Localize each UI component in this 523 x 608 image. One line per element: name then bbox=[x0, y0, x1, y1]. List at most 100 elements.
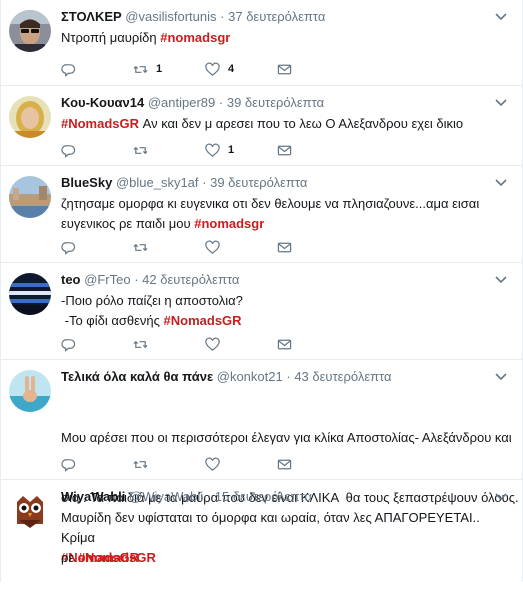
reply-button[interactable] bbox=[61, 62, 133, 77]
woman-blonde-avatar bbox=[9, 96, 51, 138]
separator-dot: · bbox=[286, 369, 291, 384]
avatar[interactable] bbox=[9, 176, 51, 218]
username[interactable]: @blue_sky1af bbox=[116, 175, 199, 190]
avatar[interactable] bbox=[9, 273, 51, 315]
reply-icon bbox=[61, 144, 76, 158]
retweet-button[interactable] bbox=[133, 240, 205, 255]
avatar[interactable] bbox=[9, 490, 51, 532]
tweet-text: #NomadsGR Αν και δεν μ αρεσει που το λεω… bbox=[61, 114, 508, 134]
text-plain: ευγενικος ρε παιδι μου bbox=[61, 216, 195, 231]
retweet-icon bbox=[133, 243, 148, 251]
text-plain: ρε bbox=[61, 550, 78, 565]
tweet-text: Ντροπή μαυρίδη #nomadsgr bbox=[61, 28, 508, 48]
direct-message-button[interactable] bbox=[277, 62, 349, 77]
greek-flag-avatar bbox=[9, 273, 51, 315]
tweet-text: ζητησαμε ομορφα κι ευγενικα οτι δεν θελο… bbox=[61, 194, 508, 234]
like-button[interactable] bbox=[205, 337, 277, 352]
hashtag-link[interactable]: #NomadsGR bbox=[164, 313, 242, 328]
direct-message-button[interactable] bbox=[277, 143, 349, 158]
peace-hand-avatar bbox=[9, 370, 51, 412]
username[interactable]: @WiyaWabli bbox=[129, 489, 203, 504]
avatar[interactable] bbox=[9, 96, 51, 138]
display-name[interactable]: WiyaWabli bbox=[61, 489, 125, 504]
avatar[interactable] bbox=[9, 370, 51, 412]
timestamp[interactable]: 42 δευτερόλεπτα bbox=[142, 272, 239, 287]
direct-message-button[interactable] bbox=[277, 240, 349, 255]
display-name[interactable]: Κου-Κουαν14 bbox=[61, 95, 144, 110]
envelope-icon bbox=[277, 339, 292, 349]
avatar[interactable] bbox=[9, 10, 51, 52]
retweet-button[interactable] bbox=[133, 143, 205, 158]
envelope-icon bbox=[277, 145, 292, 155]
like-count: 4 bbox=[228, 63, 235, 75]
hashtag-link[interactable]: #NomadsGR bbox=[61, 116, 139, 131]
tweet[interactable]: ΣΤΟΛΚΕΡ @vasilisfortunis · 37 δευτερόλεπ… bbox=[1, 0, 522, 86]
tweet[interactable]: teo @FrTeo · 42 δευτερόλεπτα -Ποιο ρόλο … bbox=[1, 263, 522, 360]
separator-dot: · bbox=[218, 95, 224, 110]
tweet-actions: 1 bbox=[61, 142, 349, 158]
like-button[interactable]: 4 bbox=[205, 62, 277, 77]
reply-button[interactable] bbox=[61, 337, 133, 352]
tweet[interactable]: Τελικά όλα καλά θα πάνε @konkot21 · 43 δ… bbox=[1, 360, 522, 565]
username[interactable]: @antiper89 bbox=[148, 95, 215, 110]
reply-button[interactable] bbox=[61, 240, 133, 255]
text-line: Μαυρίδη δεν υφίσταται το όμορφα και ωραί… bbox=[61, 510, 480, 545]
display-name[interactable]: ΣΤΟΛΚΕΡ bbox=[61, 9, 122, 24]
reply-button[interactable] bbox=[61, 457, 133, 472]
tweet[interactable]: BlueSky @blue_sky1af · 39 δευτερόλεπτα ζ… bbox=[1, 166, 522, 263]
man-sunglasses-avatar bbox=[9, 10, 51, 52]
username[interactable]: @konkot21 bbox=[217, 369, 283, 384]
chevron-down-icon[interactable] bbox=[494, 178, 508, 188]
separator-dot: · bbox=[202, 175, 207, 190]
retweet-button[interactable]: 1 bbox=[133, 62, 205, 77]
retweet-icon bbox=[133, 340, 148, 348]
tweet-actions bbox=[61, 239, 349, 255]
chevron-down-icon[interactable] bbox=[494, 372, 508, 382]
heart-icon bbox=[205, 62, 220, 76]
timestamp[interactable]: 43 δευτερόλεπτα bbox=[294, 369, 391, 384]
chevron-down-icon[interactable] bbox=[494, 492, 508, 502]
chevron-down-icon[interactable] bbox=[494, 275, 508, 285]
like-button[interactable]: 1 bbox=[205, 143, 277, 158]
separator-dot: · bbox=[220, 9, 225, 24]
reply-icon bbox=[61, 338, 76, 352]
timestamp[interactable]: 39 δευτερόλεπτα bbox=[210, 175, 307, 190]
tweet-actions bbox=[61, 336, 349, 352]
direct-message-button[interactable] bbox=[277, 337, 349, 352]
separator-dot: · bbox=[134, 272, 139, 287]
display-name[interactable]: BlueSky bbox=[61, 175, 112, 190]
chevron-down-icon[interactable] bbox=[494, 98, 508, 108]
tweet-text: -Ποιο ρόλο παίζει η αποστολια? -Το φίδι … bbox=[61, 291, 508, 331]
reply-button[interactable] bbox=[61, 143, 133, 158]
hashtag-link[interactable]: #nomadsgr bbox=[160, 30, 230, 45]
text-plain: Ντροπή μαυρίδη bbox=[61, 30, 161, 45]
retweet-button[interactable] bbox=[133, 337, 205, 352]
timestamp[interactable]: 39 δευτερόλεπτα bbox=[227, 95, 324, 110]
hashtag-link[interactable]: #NomadsGR bbox=[78, 550, 156, 565]
text-line: ευγενικος ρε παιδι μου #nomadsgr bbox=[61, 214, 508, 234]
tweet[interactable]: Κου-Κουαν14 @antiper89 · 39 δευτερόλεπτα… bbox=[1, 86, 522, 166]
like-button[interactable] bbox=[205, 457, 277, 472]
text-line: Μου αρέσει που οι περισσότεροι έλεγαν γι… bbox=[61, 430, 512, 445]
heart-icon bbox=[205, 143, 220, 157]
username[interactable]: @vasilisfortunis bbox=[125, 9, 216, 24]
display-name[interactable]: teo bbox=[61, 272, 81, 287]
like-button[interactable] bbox=[205, 240, 277, 255]
envelope-icon bbox=[277, 64, 292, 74]
timestamp[interactable]: 37 δευτερόλεπτα bbox=[228, 9, 325, 24]
timestamp[interactable]: 15 δευτερόλεπτα bbox=[215, 489, 312, 504]
tweet-text: Μαυρίδη δεν υφίσταται το όμορφα και ωραί… bbox=[61, 508, 508, 568]
reply-icon bbox=[61, 63, 76, 77]
chevron-down-icon[interactable] bbox=[494, 12, 508, 22]
envelope-icon bbox=[277, 242, 292, 252]
hashtag-link[interactable]: #nomadsgr bbox=[194, 216, 264, 231]
envelope-icon bbox=[277, 459, 292, 469]
owl-avatar bbox=[9, 490, 51, 532]
text-line: -Το φίδι ασθενής #NomadsGR bbox=[61, 311, 508, 331]
retweet-button[interactable] bbox=[133, 457, 205, 472]
tweet[interactable]: WiyaWabli @WiyaWabli · 15 δευτερόλεπτα Μ… bbox=[1, 480, 522, 582]
direct-message-button[interactable] bbox=[277, 457, 349, 472]
venice-canal-avatar bbox=[9, 176, 51, 218]
display-name[interactable]: Τελικά όλα καλά θα πάνε bbox=[61, 369, 213, 384]
username[interactable]: @FrTeo bbox=[84, 272, 130, 287]
